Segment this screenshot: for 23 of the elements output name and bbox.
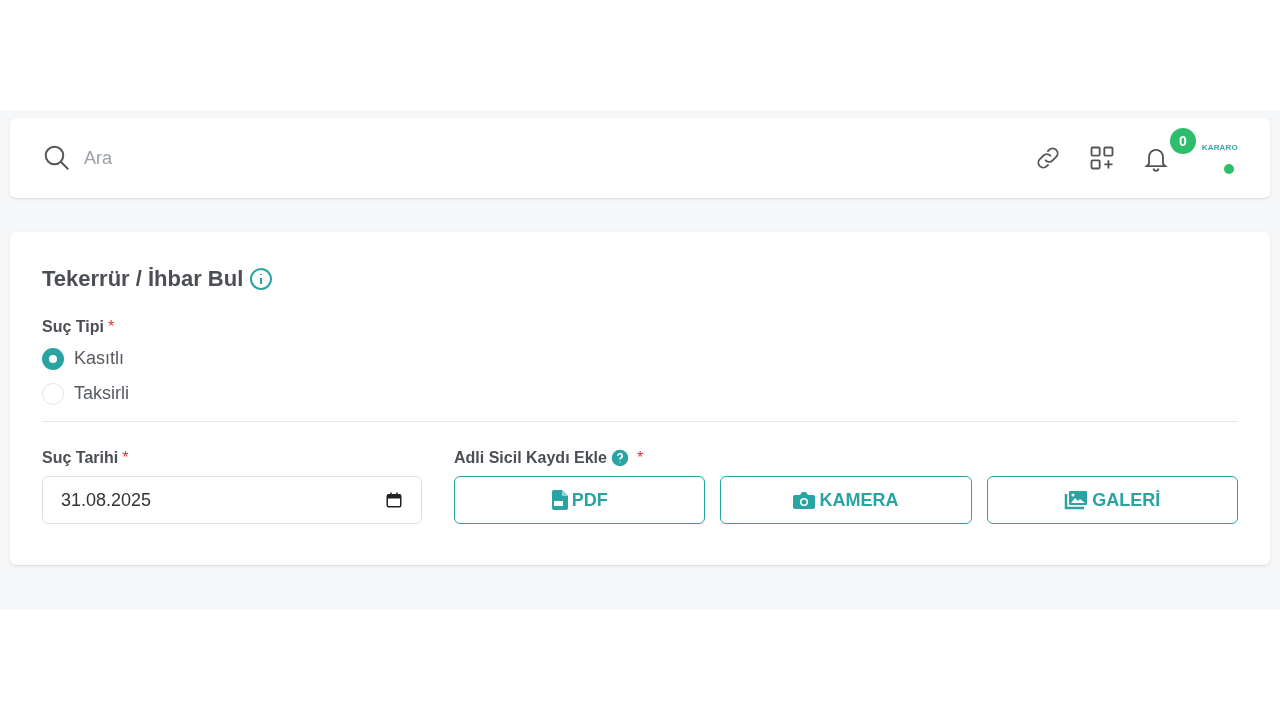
notification-badge: 0 bbox=[1170, 128, 1196, 154]
card-title: Tekerrür / İhbar Bul bbox=[42, 265, 244, 293]
radio-label[interactable]: Taksirli bbox=[74, 380, 129, 407]
radio-button[interactable] bbox=[42, 382, 64, 405]
info-icon[interactable] bbox=[249, 266, 274, 291]
required-mark: * bbox=[107, 317, 115, 337]
camera-icon bbox=[793, 491, 816, 509]
search-icon bbox=[42, 143, 72, 173]
pdf-file-icon bbox=[551, 490, 568, 510]
radio-label[interactable]: Kasıtlı bbox=[74, 345, 125, 372]
images-icon bbox=[1064, 490, 1089, 510]
field-label: Adli Sicil Kaydı Ekle bbox=[454, 448, 607, 468]
add-widget-icon[interactable] bbox=[1088, 144, 1116, 172]
radio-button[interactable] bbox=[42, 347, 64, 370]
field-label: Suç Tipi bbox=[42, 317, 104, 337]
field-label: Suç Tarihi bbox=[42, 448, 119, 468]
required-mark: * bbox=[122, 448, 129, 468]
date-field[interactable]: 31.08.2025 bbox=[42, 476, 422, 524]
help-icon[interactable] bbox=[610, 449, 629, 467]
calendar-icon[interactable] bbox=[385, 491, 403, 509]
logo: KARARO bbox=[1201, 142, 1238, 154]
link-icon[interactable] bbox=[1034, 144, 1062, 172]
required-mark: * bbox=[636, 448, 644, 468]
